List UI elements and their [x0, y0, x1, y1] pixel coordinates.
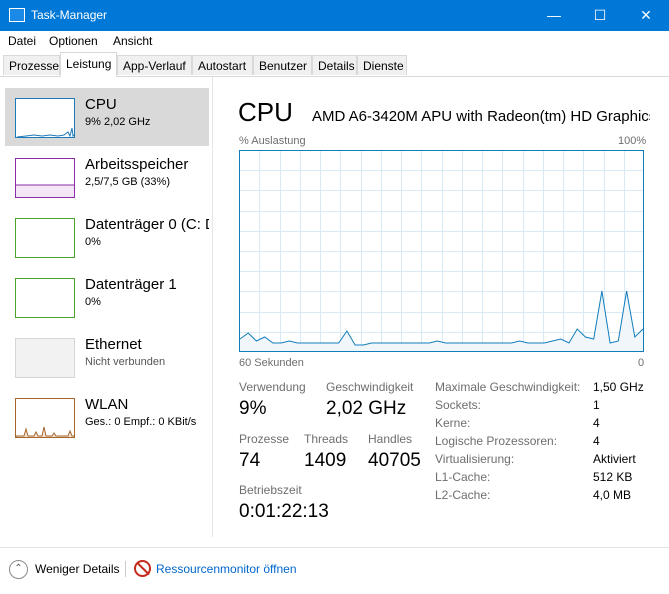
resource-monitor-icon[interactable] [134, 560, 151, 577]
usage-value: 9% [239, 398, 267, 419]
graph-time-label: 60 Sekunden [239, 357, 304, 369]
sidebar-item-cpu[interactable]: CPU 9% 2,02 GHz [5, 88, 209, 146]
window-title: Task-Manager [31, 8, 108, 22]
close-button[interactable]: ✕ [623, 0, 669, 31]
sidebar-label-ethernet: Ethernet [85, 336, 142, 353]
spec-label-cores: Kerne: [435, 416, 471, 430]
resource-monitor-link[interactable]: Ressourcenmonitor öffnen [156, 562, 297, 576]
resource-sidebar: CPU 9% 2,02 GHz Arbeitsspeicher 2,5/7,5 … [0, 77, 213, 537]
spec-label-l1: L1-Cache: [435, 470, 491, 484]
sidebar-sub-wlan: Ges.: 0 Empf.: 0 KBit/s [85, 416, 197, 428]
uptime-label: Betriebszeit [239, 483, 302, 497]
usage-label: Verwendung [239, 380, 306, 394]
uptime-value: 0:01:22:13 [239, 501, 329, 522]
tab-prozesse[interactable]: Prozesse [3, 55, 60, 75]
menu-optionen[interactable]: Optionen [49, 34, 98, 48]
tab-bar: Prozesse Leistung App-Verlauf Autostart … [0, 52, 669, 77]
spec-value-l1: 512 KB [593, 470, 633, 484]
tab-autostart[interactable]: Autostart [192, 55, 253, 75]
fewer-details-button[interactable]: Weniger Details [35, 562, 119, 576]
graph-y-max: 100% [618, 135, 647, 147]
chevron-up-icon[interactable]: ⌃ [9, 560, 28, 579]
wlan-thumbnail-graph [15, 398, 75, 438]
tab-details[interactable]: Details [312, 55, 357, 75]
maximize-button[interactable]: ☐ [577, 0, 623, 31]
handles-value: 40705 [368, 450, 421, 471]
sidebar-label-cpu: CPU [85, 96, 117, 113]
tab-app-verlauf[interactable]: App-Verlauf [117, 55, 192, 75]
tab-leistung[interactable]: Leistung [60, 52, 117, 77]
spec-value-cores: 4 [593, 416, 600, 430]
sidebar-sub-ethernet: Nicht verbunden [85, 356, 166, 368]
memory-thumbnail-graph [15, 158, 75, 198]
disk1-thumbnail-graph [15, 278, 75, 318]
spec-label-max-speed: Maximale Geschwindigkeit: [435, 380, 581, 394]
processes-value: 74 [239, 450, 261, 471]
cpu-model-name: AMD A6-3420M APU with Radeon(tm) HD Grap… [312, 108, 650, 125]
sidebar-label-wlan: WLAN [85, 396, 129, 413]
sidebar-item-disk1[interactable]: Datenträger 1 0% [5, 268, 209, 326]
spec-value-sockets: 1 [593, 398, 600, 412]
sidebar-sub-disk1: 0% [85, 296, 101, 308]
spec-label-virtualization: Virtualisierung: [435, 452, 515, 466]
minimize-button[interactable]: — [531, 0, 577, 31]
sidebar-item-disk0[interactable]: Datenträger 0 (C: D 0% [5, 208, 209, 266]
menu-ansicht[interactable]: Ansicht [113, 34, 152, 48]
cpu-thumbnail-graph [15, 98, 75, 138]
sidebar-sub-disk0: 0% [85, 236, 101, 248]
speed-label: Geschwindigkeit [326, 380, 414, 394]
spec-label-sockets: Sockets: [435, 398, 482, 412]
disk0-thumbnail-graph [15, 218, 75, 258]
sidebar-item-memory[interactable]: Arbeitsspeicher 2,5/7,5 GB (33%) [5, 148, 209, 206]
graph-y-label: % Auslastung [239, 135, 306, 147]
cpu-detail-panel: CPU AMD A6-3420M APU with Radeon(tm) HD … [214, 77, 669, 537]
footer-divider [125, 561, 126, 577]
spec-value-logical: 4 [593, 434, 600, 448]
sidebar-label-disk0: Datenträger 0 (C: D [85, 216, 209, 233]
sidebar-sub-cpu: 9% 2,02 GHz [85, 116, 151, 128]
title-bar: Task-Manager — ☐ ✕ [0, 0, 669, 31]
task-manager-icon [9, 8, 25, 22]
spec-value-virtualization: Aktiviert [593, 452, 636, 466]
sidebar-item-wlan[interactable]: WLAN Ges.: 0 Empf.: 0 KBit/s [5, 388, 209, 446]
footer-bar: ⌃ Weniger Details Ressourcenmonitor öffn… [0, 547, 669, 594]
menu-datei[interactable]: Datei [8, 34, 36, 48]
spec-label-l2: L2-Cache: [435, 488, 491, 502]
spec-value-l2: 4,0 MB [593, 488, 632, 502]
speed-value: 2,02 GHz [326, 398, 407, 419]
tab-dienste[interactable]: Dienste [357, 55, 407, 75]
threads-label: Threads [304, 432, 349, 446]
graph-time-end: 0 [638, 357, 645, 369]
sidebar-sub-memory: 2,5/7,5 GB (33%) [85, 176, 170, 188]
sidebar-item-ethernet[interactable]: Ethernet Nicht verbunden [5, 328, 209, 386]
cpu-usage-graph [239, 150, 644, 352]
spec-value-max-speed: 1,50 GHz [593, 380, 644, 394]
handles-label: Handles [368, 432, 413, 446]
sidebar-label-memory: Arbeitsspeicher [85, 156, 189, 173]
processes-label: Prozesse [239, 432, 290, 446]
menu-bar: Datei Optionen Ansicht [0, 31, 669, 51]
ethernet-thumbnail-graph [15, 338, 75, 378]
sidebar-label-disk1: Datenträger 1 [85, 276, 177, 293]
page-title: CPU [238, 97, 293, 127]
threads-value: 1409 [304, 450, 347, 471]
tab-benutzer[interactable]: Benutzer [253, 55, 312, 75]
spec-label-logical: Logische Prozessoren: [435, 434, 558, 448]
